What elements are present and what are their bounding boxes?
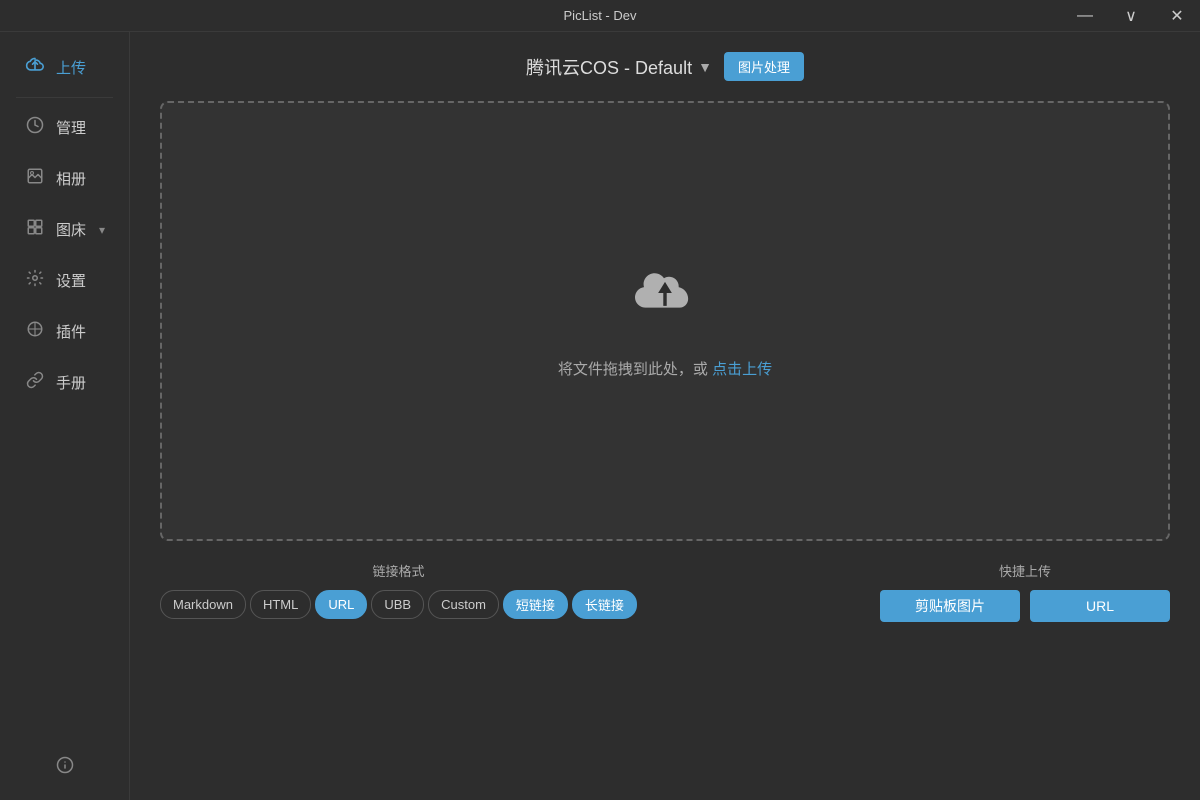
drop-zone-text: 将文件拖拽到此处，或 点击上传 — [558, 358, 772, 379]
sidebar-item-manage[interactable]: 管理 — [8, 104, 121, 151]
sidebar-item-album[interactable]: 相册 — [8, 155, 121, 202]
sidebar-item-picbed-label: 图床 — [56, 219, 86, 240]
sidebar-bottom — [0, 746, 129, 800]
dropdown-arrow-icon: ▼ — [698, 59, 712, 75]
quick-upload-label: 快捷上传 — [999, 561, 1051, 580]
sidebar-item-plugins[interactable]: 插件 — [8, 308, 121, 355]
format-btn-ubb[interactable]: UBB — [371, 590, 424, 619]
sidebar: 上传 管理 相册 — [0, 32, 130, 800]
picbed-icon — [24, 218, 46, 241]
link-format-label: 链接格式 — [372, 561, 424, 580]
upload-icon — [24, 56, 46, 79]
maximize-button[interactable]: ∨ — [1108, 0, 1154, 32]
content-area: 腾讯云COS - Default ▼ 图片处理 将文件拖拽到此处，或 点击上传 — [130, 32, 1200, 800]
format-btn-short[interactable]: 短链接 — [503, 590, 568, 619]
sidebar-item-manage-label: 管理 — [56, 117, 86, 138]
format-btn-url[interactable]: URL — [315, 590, 367, 619]
image-process-button[interactable]: 图片处理 — [724, 52, 804, 81]
window-controls: — ∨ ✕ — [1062, 0, 1200, 32]
album-icon — [24, 167, 46, 190]
chevron-down-icon: ▾ — [99, 223, 105, 237]
sidebar-item-upload-label: 上传 — [56, 57, 86, 78]
top-bar: 腾讯云COS - Default ▼ 图片处理 — [160, 52, 1170, 81]
bucket-selector-label: 腾讯云COS - Default — [526, 54, 692, 80]
settings-icon — [24, 269, 46, 292]
cloud-upload-icon — [625, 263, 705, 328]
upload-drop-zone[interactable]: 将文件拖拽到此处，或 点击上传 — [160, 101, 1170, 541]
quick-upload-group: 快捷上传 剪贴板图片 URL — [880, 561, 1170, 622]
sidebar-item-settings[interactable]: 设置 — [8, 257, 121, 304]
bucket-selector[interactable]: 腾讯云COS - Default ▼ — [526, 54, 712, 80]
sidebar-item-manual-label: 手册 — [56, 372, 86, 393]
format-btn-html[interactable]: HTML — [250, 590, 311, 619]
bottom-bar: 链接格式 Markdown HTML URL UBB Custom 短链接 长链… — [160, 561, 1170, 622]
format-buttons: Markdown HTML URL UBB Custom 短链接 长链接 — [160, 590, 637, 619]
main-layout: 上传 管理 相册 — [0, 32, 1200, 800]
click-upload-link[interactable]: 点击上传 — [712, 361, 772, 378]
titlebar: PicList - Dev — ∨ ✕ — [0, 0, 1200, 32]
format-btn-custom[interactable]: Custom — [428, 590, 499, 619]
sidebar-item-album-label: 相册 — [56, 168, 86, 189]
titlebar-title: PicList - Dev — [564, 8, 637, 23]
sidebar-item-manual[interactable]: 手册 — [8, 359, 121, 406]
plugins-icon — [24, 320, 46, 343]
quick-upload-buttons: 剪贴板图片 URL — [880, 590, 1170, 622]
clipboard-upload-button[interactable]: 剪贴板图片 — [880, 590, 1020, 622]
sidebar-item-plugins-label: 插件 — [56, 321, 86, 342]
format-btn-markdown[interactable]: Markdown — [160, 590, 246, 619]
close-button[interactable]: ✕ — [1154, 0, 1200, 32]
manage-icon — [24, 116, 46, 139]
link-format-group: 链接格式 Markdown HTML URL UBB Custom 短链接 长链… — [160, 561, 637, 619]
manual-icon — [24, 371, 46, 394]
sidebar-item-upload[interactable]: 上传 — [8, 44, 121, 91]
sidebar-item-picbed[interactable]: 图床 ▾ — [8, 206, 121, 253]
sidebar-item-settings-label: 设置 — [56, 270, 86, 291]
url-upload-button[interactable]: URL — [1030, 590, 1170, 622]
info-icon-button[interactable] — [0, 746, 129, 784]
format-btn-long[interactable]: 长链接 — [572, 590, 637, 619]
minimize-button[interactable]: — — [1062, 0, 1108, 32]
sidebar-divider — [16, 97, 113, 98]
